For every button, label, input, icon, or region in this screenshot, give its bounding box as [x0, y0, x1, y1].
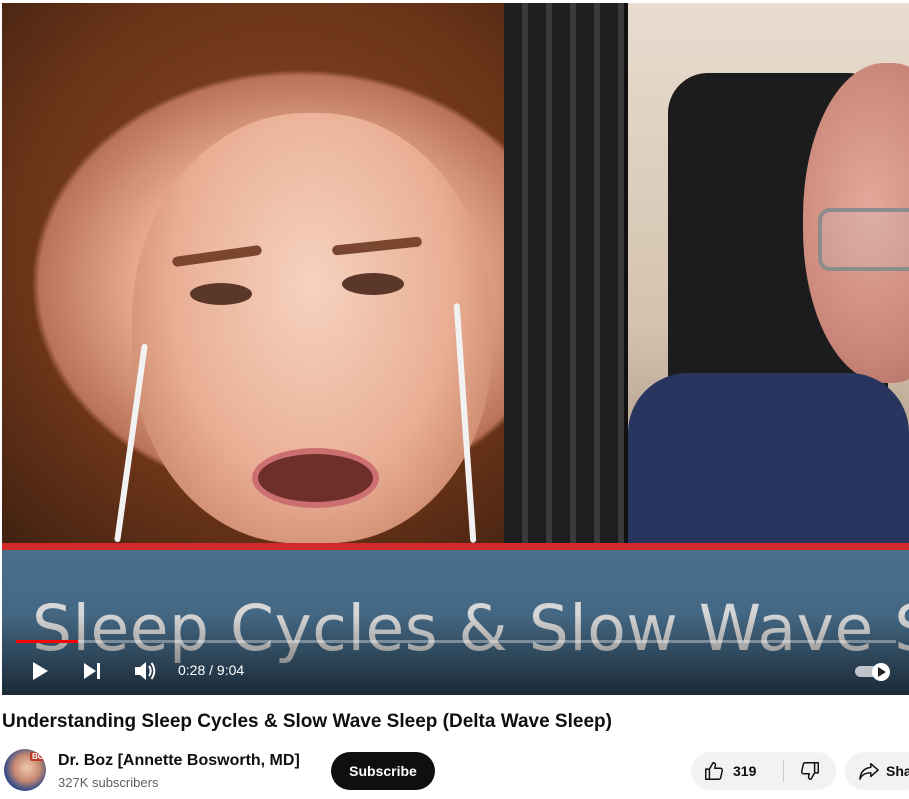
next-icon [84, 663, 100, 679]
autoplay-toggle[interactable] [855, 663, 891, 681]
video-frame-right-speaker [628, 3, 909, 543]
share-label: Sha [886, 763, 909, 779]
autoplay-toggle-icon [877, 667, 886, 677]
volume-icon [135, 662, 156, 680]
video-frame-left-speaker [2, 3, 624, 543]
video-title: Understanding Sleep Cycles & Slow Wave S… [2, 711, 612, 732]
subscriber-count: 327K subscribers [58, 775, 159, 790]
channel-name[interactable]: Dr. Boz [Annette Bosworth, MD] [58, 752, 300, 770]
thumbs-down-icon [800, 762, 819, 780]
subscribe-button[interactable]: Subscribe [331, 752, 435, 790]
like-count: 319 [733, 763, 757, 779]
progress-bar[interactable] [16, 640, 896, 643]
share-button[interactable]: Sha [845, 752, 909, 790]
volume-button[interactable] [131, 658, 159, 684]
share-icon [859, 763, 879, 780]
thumbs-up-icon [705, 762, 724, 780]
time-display: 0:28 / 9:04 [178, 662, 245, 678]
like-button[interactable]: 319 [691, 752, 783, 790]
channel-avatar[interactable]: BOZ [4, 749, 46, 791]
like-dislike-group: 319 [691, 752, 836, 790]
play-button[interactable] [28, 659, 52, 683]
play-icon [33, 662, 48, 680]
dislike-button[interactable] [784, 752, 836, 790]
video-player[interactable]: Sleep Cycles & Slow Wave S 0:28 / 9:04 [2, 3, 909, 695]
progress-bar-played [16, 640, 78, 643]
banner-accent-line [2, 543, 909, 550]
next-button[interactable] [80, 659, 104, 683]
avatar-tag: BOZ [30, 752, 46, 761]
